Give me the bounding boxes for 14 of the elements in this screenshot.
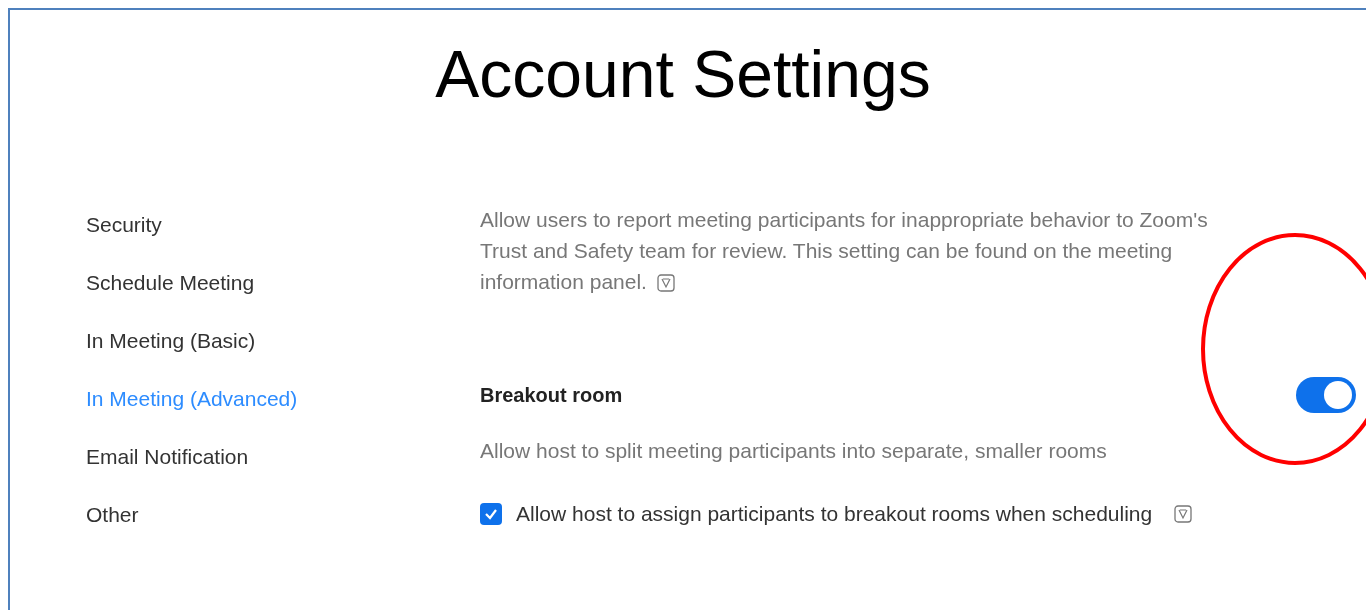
sidebar-item[interactable]: Security [86, 212, 162, 237]
sidebar-item[interactable]: Other [86, 502, 139, 527]
sidebar-item[interactable]: Schedule Meeting [86, 270, 255, 295]
checkbox[interactable] [480, 502, 502, 525]
sidebar-item[interactable]: Email Notification [86, 444, 249, 469]
setting-description: Allow users to report meeting participants for inappropriate behavior to Zoom's Trust and Safety team for review. This setting can be found on the meeting information panel. [480, 207, 1209, 295]
page-title: Account Settings [435, 36, 931, 112]
setting-title: Breakout room [480, 383, 623, 408]
info-icon[interactable] [656, 274, 675, 293]
info-icon[interactable] [1174, 504, 1193, 523]
sidebar-item[interactable]: In Meeting (Basic) [86, 328, 256, 353]
checkbox-label: Allow host to assign participants to breakout rooms when scheduling [516, 501, 1153, 527]
toggle-switch[interactable] [1296, 377, 1356, 413]
setting-description: Allow host to split meeting participants into separate, smaller rooms [480, 438, 1108, 464]
